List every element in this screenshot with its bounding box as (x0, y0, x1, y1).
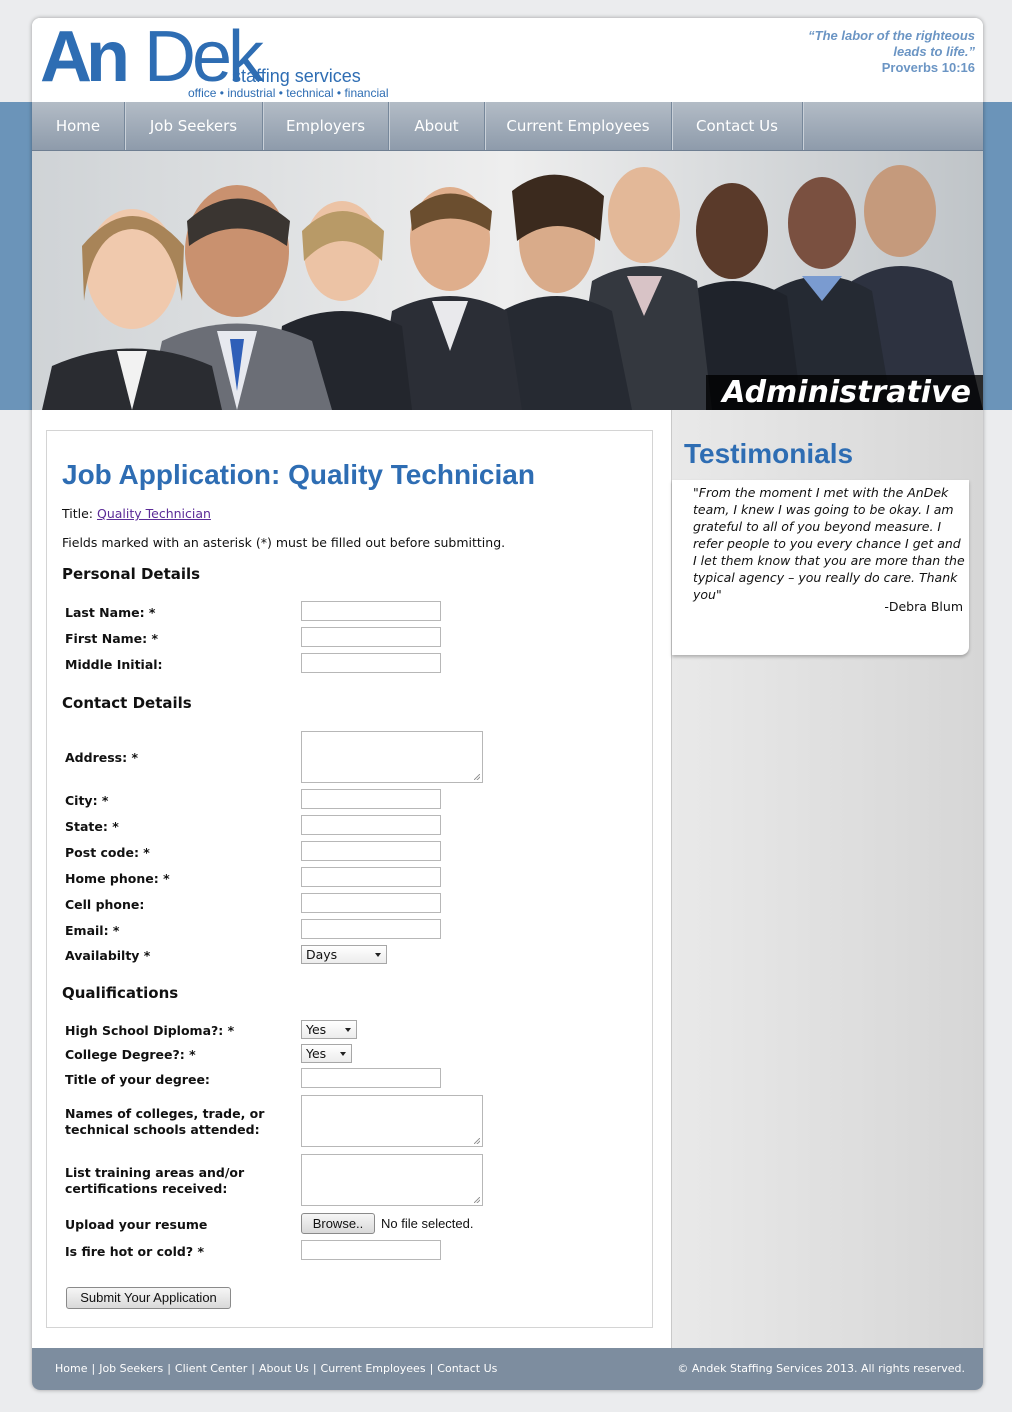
chevron-down-icon (375, 953, 381, 957)
home-phone-input[interactable] (301, 867, 441, 887)
hs-diploma-select[interactable]: Yes (301, 1020, 357, 1039)
training-textarea[interactable] (301, 1154, 483, 1206)
availability-select[interactable]: Days (301, 945, 387, 964)
state-label: State: * (65, 819, 119, 834)
hs-diploma-value: Yes (306, 1022, 327, 1037)
footer-links: Home | Job Seekers | Client Center | About Us |… (55, 1362, 497, 1375)
chevron-down-icon (340, 1052, 346, 1056)
quote-line-2: leads to life.” (893, 44, 975, 59)
section-personal-details: Personal Details (62, 565, 201, 583)
address-textarea[interactable] (301, 731, 483, 783)
degree-title-label: Title of your degree: (65, 1072, 210, 1087)
footer-separator: | (251, 1362, 255, 1375)
footer-separator: | (91, 1362, 96, 1375)
nav-current-employees[interactable]: Current Employees (485, 102, 672, 150)
footer-separator: | (167, 1362, 171, 1375)
quote-reference: Proverbs 10:16 (881, 60, 975, 75)
sidebar: Testimonials "From the moment I met with… (671, 410, 983, 1348)
footer-link-about-us[interactable]: About Us (259, 1362, 309, 1375)
job-title-link[interactable]: Quality Technician (97, 506, 211, 521)
testimonial-card: "From the moment I met with the AnDek te… (672, 480, 969, 655)
testimonial-author: -Debra Blum (884, 599, 963, 614)
quote-line-1: “The labor of the righteous (808, 28, 975, 43)
testimonial-text: "From the moment I met with the AnDek te… (693, 485, 965, 602)
cell-phone-input[interactable] (301, 893, 441, 913)
logo-an: An (40, 18, 130, 97)
college-degree-select[interactable]: Yes (301, 1044, 352, 1063)
logo-tagline: office • industrial • technical • financ… (188, 86, 389, 100)
copyright: © Andek Staffing Services 2013. All righ… (677, 1362, 965, 1375)
captcha-input[interactable] (301, 1240, 441, 1260)
email-input[interactable] (301, 919, 441, 939)
main-nav: Home Job Seekers Employers About Current… (32, 102, 983, 151)
banner-category-label: Administrative (706, 375, 983, 410)
resume-label: Upload your resume (65, 1217, 208, 1232)
testimonials-heading: Testimonials (684, 438, 854, 469)
page-container: An Dek staffing services office • indust… (32, 18, 983, 1390)
browse-button[interactable]: Browse.. (301, 1213, 375, 1234)
captcha-label: Is fire hot or cold? * (65, 1244, 204, 1259)
header-quote: “The labor of the righteous leads to lif… (808, 28, 975, 76)
training-label: List training areas and/or certification… (65, 1165, 244, 1197)
andek-logo[interactable]: An Dek staffing services office • indust… (40, 18, 420, 102)
nav-employers[interactable]: Employers (263, 102, 389, 150)
footer-link-home[interactable]: Home (55, 1362, 87, 1375)
availability-value: Days (306, 947, 338, 962)
required-note: Fields marked with an asterisk (*) must … (62, 535, 506, 550)
post-code-label: Post code: * (65, 845, 150, 860)
last-name-input[interactable] (301, 601, 441, 621)
schools-label-line-1: Names of colleges, trade, or (65, 1106, 265, 1121)
logo-staffing-services: staffing services (232, 66, 361, 86)
email-label: Email: * (65, 923, 120, 938)
page-title: Job Application: Quality Technician (62, 459, 535, 490)
last-name-label: Last Name: * (65, 605, 156, 620)
nav-job-seekers[interactable]: Job Seekers (125, 102, 263, 150)
schools-label: Names of colleges, trade, or technical s… (65, 1106, 264, 1138)
footer-separator: | (312, 1362, 317, 1375)
first-name-label: First Name: * (65, 631, 159, 646)
footer: Home | Job Seekers | Client Center | About Us |… (32, 1348, 983, 1390)
section-qualifications: Qualifications (62, 984, 179, 1002)
team-photo (32, 151, 983, 410)
training-label-line-1: List training areas and/or (65, 1165, 245, 1180)
footer-link-current-employees[interactable]: Current Employees (321, 1362, 426, 1375)
city-label: City: * (65, 793, 109, 808)
training-label-line-2: certifications received: (65, 1181, 228, 1196)
application-form: Job Application: Quality Technician Titl… (46, 430, 653, 1328)
hs-diploma-label: High School Diploma?: * (65, 1023, 235, 1038)
title-line: Title: Quality Technician (62, 506, 211, 521)
schools-label-line-2: technical schools attended: (65, 1122, 260, 1137)
nav-home[interactable]: Home (32, 102, 125, 150)
chevron-down-icon (345, 1028, 351, 1032)
footer-link-job-seekers[interactable]: Job Seekers (99, 1362, 163, 1375)
title-label: Title: (62, 506, 93, 521)
home-phone-label: Home phone: * (65, 871, 170, 886)
city-input[interactable] (301, 789, 441, 809)
cell-phone-label: Cell phone: (65, 897, 145, 912)
no-file-text: No file selected. (381, 1216, 474, 1231)
post-code-input[interactable] (301, 841, 441, 861)
college-degree-label: College Degree?: * (65, 1047, 196, 1062)
nav-contact-us[interactable]: Contact Us (672, 102, 803, 150)
footer-link-contact-us[interactable]: Contact Us (437, 1362, 497, 1375)
address-label: Address: * (65, 750, 138, 765)
footer-separator: | (429, 1362, 434, 1375)
college-degree-value: Yes (306, 1046, 327, 1061)
state-input[interactable] (301, 815, 441, 835)
schools-textarea[interactable] (301, 1095, 483, 1147)
header: An Dek staffing services office • indust… (32, 18, 983, 102)
hero-banner: Administrative (32, 151, 983, 410)
section-contact-details: Contact Details (62, 694, 192, 712)
availability-label: Availabilty * (65, 948, 151, 963)
first-name-input[interactable] (301, 627, 441, 647)
degree-title-input[interactable] (301, 1068, 441, 1088)
submit-button[interactable]: Submit Your Application (66, 1287, 231, 1309)
middle-initial-input[interactable] (301, 653, 441, 673)
footer-link-client-center[interactable]: Client Center (175, 1362, 247, 1375)
middle-initial-label: Middle Initial: (65, 657, 163, 672)
nav-about[interactable]: About (389, 102, 485, 150)
